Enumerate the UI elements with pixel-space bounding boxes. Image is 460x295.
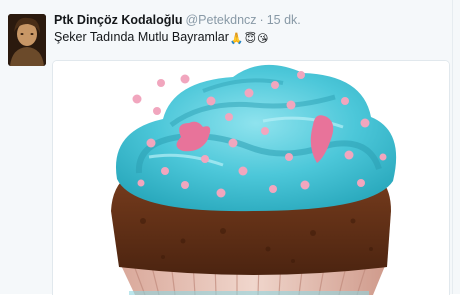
- avatar[interactable]: [8, 14, 46, 66]
- tweet-text-body: Şeker Tadında Mutlu Bayramlar: [54, 30, 229, 44]
- display-name[interactable]: Ptk Dinçöz Kodaloğlu: [54, 13, 182, 27]
- tweet-text: Şeker Tadında Mutlu Bayramlar🙏😇😘: [54, 30, 269, 45]
- halo-smile-emoji: 😇: [244, 33, 257, 45]
- kiss-face-emoji: 😘: [257, 33, 269, 45]
- separator: ·: [259, 13, 264, 27]
- timestamp[interactable]: 15 dk.: [267, 13, 301, 27]
- tweet: Ptk Dinçöz Kodaloğlu @Petekdncz · 15 dk. Şe…: [0, 0, 460, 295]
- folded-hands-emoji: 🙏: [229, 33, 244, 45]
- right-edge: [452, 0, 460, 294]
- tweet-header: Ptk Dinçöz Kodaloğlu @Petekdncz · 15 dk.: [54, 13, 301, 27]
- user-handle[interactable]: @Petekdncz: [185, 13, 256, 27]
- media-photo[interactable]: [52, 60, 450, 295]
